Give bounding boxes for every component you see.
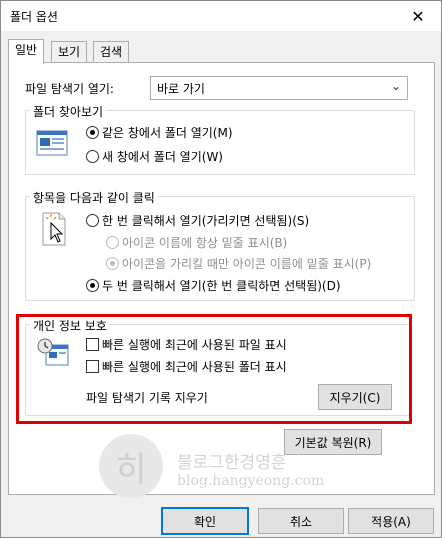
close-icon[interactable]: ✕ (395, 1, 441, 31)
radio-new-window[interactable] (86, 150, 99, 163)
option-underline-always-label: 아이콘 이름에 항상 밑줄 표시(B) (122, 236, 288, 250)
tab-search[interactable]: 검색 (93, 41, 130, 62)
title-bar[interactable]: 폴더 옵션 ✕ (1, 1, 441, 31)
window-title: 폴더 옵션 (10, 10, 58, 24)
folder-options-window: 폴더 옵션 ✕ 일반 보기 검색 파일 탐색기 열기: 바로 가기 ⌄ 폴더 찾… (0, 0, 442, 538)
apply-button[interactable]: 적용(A) (348, 508, 434, 534)
click-cursor-icon (42, 212, 66, 246)
option-single-click-label: 한 번 클릭해서 열기(가리키면 선택됨)(S) (102, 214, 310, 228)
option-underline-hover-label: 아이콘을 가리킬 때만 아이콘 이름에 밑줄 표시(P) (122, 257, 372, 271)
tab-general[interactable]: 일반 (8, 39, 45, 64)
restore-defaults-button[interactable]: 기본값 복원(R) (284, 429, 382, 455)
option-new-window-label: 새 창에서 폴더 열기(W) (102, 150, 223, 164)
watermark-logo: 히 (99, 434, 163, 498)
option-double-click-label: 두 번 클릭해서 열기(한 번 클릭하면 선택됨)(D) (102, 279, 341, 293)
tab-view[interactable]: 보기 (51, 41, 88, 62)
radio-single-click[interactable] (86, 214, 99, 227)
ok-button[interactable]: 확인 (161, 507, 249, 535)
option-same-window-label: 같은 창에서 폴더 열기(M) (102, 126, 233, 140)
explorer-open-value: 바로 가기 (157, 82, 205, 96)
explorer-open-select[interactable]: 바로 가기 ⌄ (150, 76, 408, 100)
browse-folders-title: 폴더 찾아보기 (30, 103, 107, 120)
highlight-box (16, 314, 412, 424)
watermark-url: blog.hangyeong.com (177, 473, 325, 489)
cancel-button[interactable]: 취소 (258, 508, 344, 534)
radio-underline-always[interactable] (106, 236, 119, 249)
radio-underline-hover[interactable] (106, 257, 119, 270)
watermark-text: 블로그한경영훈 (177, 453, 287, 473)
folder-window-icon (36, 130, 68, 156)
radio-double-click[interactable] (86, 279, 99, 292)
chevron-down-icon: ⌄ (390, 79, 401, 93)
click-items-title: 항목을 다음과 같이 클릭 (30, 189, 158, 206)
radio-same-window[interactable] (86, 126, 99, 139)
explorer-open-label: 파일 탐색기 열기: (25, 82, 114, 96)
